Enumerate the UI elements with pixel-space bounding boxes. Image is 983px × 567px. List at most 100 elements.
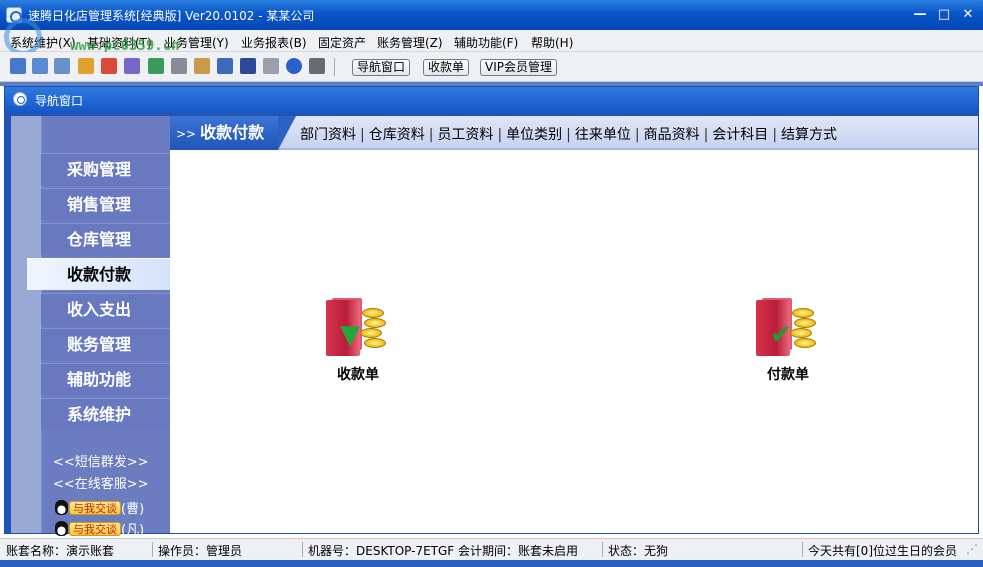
link-unit-categories[interactable]: 单位类别 — [506, 127, 562, 143]
link-settlement[interactable]: 结算方式 — [781, 127, 837, 143]
qq-chat-cao[interactable]: 与我交谈 (曹) — [55, 498, 145, 517]
link-employees[interactable]: 员工资料 — [437, 127, 493, 143]
users-icon[interactable] — [148, 58, 164, 74]
sidebar-item-system[interactable]: 系统维护 — [41, 398, 170, 430]
window-title: 速腾日化店管理系统[经典版] Ver20.0102 - 某某公司 — [28, 9, 315, 23]
sidebar-stripe — [11, 116, 41, 533]
nav-window-button[interactable]: 导航窗口 — [352, 59, 411, 76]
folder-icon[interactable] — [194, 58, 210, 74]
current-section: >> 收款付款 — [170, 116, 296, 150]
status-divider — [152, 542, 153, 557]
status-divider — [302, 542, 303, 557]
menu-accounting[interactable]: 账务管理(Z) — [377, 34, 443, 51]
qq-penguin-icon — [55, 521, 68, 536]
sms-broadcast-link[interactable]: <<短信群发>> — [53, 451, 149, 470]
print-icon[interactable] — [263, 58, 279, 74]
chat-with-me-badge[interactable]: 与我交谈 — [69, 521, 121, 536]
sidebar-item-purchase[interactable]: 采购管理 — [41, 153, 170, 185]
receipt-button[interactable]: 收款单 — [423, 59, 470, 76]
quick-links: 部门资料 | 仓库资料 | 员工资料 | 单位类别 | 往来单位 | 商品资料 | 会计科目 | 结算方式 — [300, 124, 837, 144]
coin-icon — [362, 308, 384, 318]
receipt-folder-icon[interactable]: ▼ — [326, 298, 390, 358]
menu-auxiliary[interactable]: 辅助功能(F) — [454, 34, 518, 51]
link-divider: | — [772, 127, 778, 143]
resize-grip-icon[interactable]: ⋰ — [966, 542, 978, 556]
sidebar-item-accounting[interactable]: 账务管理 — [41, 328, 170, 360]
close-button[interactable]: ✕ — [959, 6, 977, 24]
nav-window: 导航窗口 采购管理 销售管理 仓库管理 收款付款 收入支出 账务管理 辅助功能 … — [4, 86, 979, 538]
status-account: 账套名称：演示账套 — [6, 544, 115, 558]
online-service-link[interactable]: <<在线客服>> — [53, 473, 149, 492]
menu-fixed-assets[interactable]: 固定资产 — [318, 34, 366, 51]
coin-icon — [794, 318, 816, 328]
status-machine: 机器号：DESKTOP-7ETGF — [308, 544, 455, 558]
link-divider: | — [497, 127, 503, 143]
link-divider: | — [703, 127, 709, 143]
section-arrow: >> — [176, 127, 197, 141]
coin-icon — [790, 328, 812, 338]
qq-chat-fan[interactable]: 与我交谈 (凡) — [55, 519, 145, 538]
status-operator: 操作员：管理员 — [158, 544, 243, 558]
coin-icon — [360, 328, 382, 338]
list-icon[interactable] — [32, 58, 48, 74]
tools-icon[interactable] — [124, 58, 140, 74]
vip-member-button[interactable]: VIP会员管理 — [480, 59, 557, 76]
current-section-label: 收款付款 — [200, 123, 265, 142]
payment-function[interactable]: ✔ 付款单 — [748, 298, 828, 384]
link-partners[interactable]: 往来单位 — [575, 127, 631, 143]
receipt-function[interactable]: ▼ 收款单 — [318, 298, 398, 384]
qq-penguin-icon — [55, 500, 68, 515]
chart-icon[interactable] — [101, 58, 117, 74]
exit-icon[interactable] — [309, 58, 325, 74]
sidebar-item-auxiliary[interactable]: 辅助功能 — [41, 363, 170, 395]
link-accounts[interactable]: 会计科目 — [712, 127, 768, 143]
section-header: >> 收款付款 部门资料 | 仓库资料 | 员工资料 | 单位类别 | 往来单位 | 商品资料 | 会计科… — [170, 116, 978, 150]
payment-folder-icon[interactable]: ✔ — [756, 298, 820, 358]
save-icon[interactable] — [240, 58, 256, 74]
check-arrow-icon: ✔ — [770, 320, 792, 350]
grid-icon[interactable] — [10, 58, 26, 74]
watermark-logo — [4, 18, 42, 56]
coin-icon — [792, 308, 814, 318]
status-birthday: 今天共有[0]位过生日的会员 — [808, 544, 957, 558]
sidebar-item-warehouse[interactable]: 仓库管理 — [41, 223, 170, 255]
toolbar-separator — [334, 58, 335, 76]
link-products[interactable]: 商品资料 — [644, 127, 700, 143]
chat-with-me-badge[interactable]: 与我交谈 — [69, 500, 121, 515]
sidebar-item-receipts-payments[interactable]: 收款付款 — [27, 258, 170, 290]
nav-window-body: 采购管理 销售管理 仓库管理 收款付款 收入支出 账务管理 辅助功能 系统维护 … — [5, 112, 978, 538]
nav-window-titlebar: 导航窗口 — [5, 87, 978, 112]
printer-icon[interactable] — [171, 58, 187, 74]
receipt-label[interactable]: 收款单 — [318, 364, 398, 384]
maximize-button[interactable]: □ — [935, 6, 953, 24]
sidebar-item-income-expense[interactable]: 收入支出 — [41, 293, 170, 325]
link-divider: | — [428, 127, 434, 143]
toolbar: 导航窗口 收款单 VIP会员管理 — [0, 52, 983, 82]
menu-reports[interactable]: 业务报表(B) — [241, 34, 307, 51]
coin-icon — [364, 338, 386, 348]
menu-help[interactable]: 帮助(H) — [531, 34, 573, 51]
coin-icon — [794, 338, 816, 348]
search-icon[interactable] — [78, 58, 94, 74]
status-bar: 账套名称：演示账套 操作员：管理员 机器号：DESKTOP-7ETGF 会计期间… — [0, 538, 983, 560]
link-warehouses[interactable]: 仓库资料 — [369, 127, 425, 143]
help-icon[interactable] — [286, 58, 302, 74]
window-bottom-edge — [0, 560, 983, 567]
sidebar-item-sales[interactable]: 销售管理 — [41, 188, 170, 220]
minimize-button[interactable]: — — [911, 6, 929, 24]
coin-icon — [364, 318, 386, 328]
status-divider — [802, 542, 803, 557]
window-icon[interactable] — [54, 58, 70, 74]
qq-contact-name: (曹) — [121, 502, 145, 517]
status-state: 状态：无狗 — [608, 544, 669, 558]
status-divider — [602, 542, 603, 557]
link-departments[interactable]: 部门资料 — [300, 127, 356, 143]
monitor-icon[interactable] — [217, 58, 233, 74]
qq-contact-name: (凡) — [121, 523, 145, 538]
payment-label[interactable]: 付款单 — [748, 364, 828, 384]
nav-window-icon — [13, 92, 27, 106]
link-divider: | — [360, 127, 365, 143]
down-arrow-icon: ▼ — [340, 320, 360, 350]
nav-window-title: 导航窗口 — [35, 94, 84, 108]
sidebar: 采购管理 销售管理 仓库管理 收款付款 收入支出 账务管理 辅助功能 系统维护 … — [11, 116, 170, 538]
